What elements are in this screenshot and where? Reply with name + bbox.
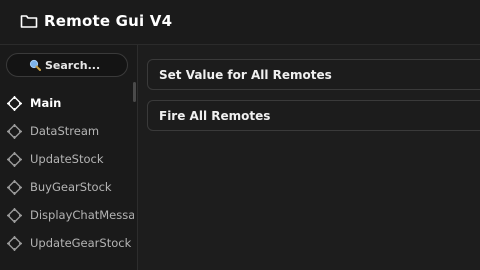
- sidebar-item-buygearstock[interactable]: BuyGearStock: [0, 173, 133, 201]
- main-panel: Set Value for All Remotes Fire All Remot…: [138, 45, 480, 270]
- set-value-all-remotes-button[interactable]: Set Value for All Remotes: [147, 59, 480, 90]
- search-input[interactable]: [45, 58, 105, 72]
- remote-gui-window: Remote Gui V4 Main: [0, 0, 480, 270]
- crosshair-icon: [7, 236, 22, 251]
- sidebar: Main DataStream: [0, 45, 138, 270]
- button-label: Set Value for All Remotes: [159, 68, 332, 82]
- sidebar-item-label: UpdateStock: [30, 152, 104, 166]
- sidebar-item-updategearstock[interactable]: UpdateGearStock: [0, 229, 133, 257]
- button-label: Fire All Remotes: [159, 109, 271, 123]
- crosshair-icon: [7, 96, 22, 111]
- sidebar-item-label: UpdateGearStock: [30, 236, 132, 250]
- folder-icon: [20, 15, 38, 28]
- search-box[interactable]: [6, 53, 128, 77]
- title-bar[interactable]: Remote Gui V4: [0, 0, 480, 45]
- sidebar-item-label: DataStream: [30, 124, 100, 138]
- crosshair-icon: [7, 152, 22, 167]
- sidebar-item-label: DisplayChatMessa: [30, 208, 134, 222]
- crosshair-icon: [7, 124, 22, 139]
- sidebar-item-main[interactable]: Main: [0, 89, 133, 117]
- fire-all-remotes-button[interactable]: Fire All Remotes: [147, 100, 480, 131]
- search-icon: [29, 59, 41, 71]
- sidebar-nav: Main DataStream UpdateStock BuyGearStock…: [0, 89, 134, 257]
- sidebar-item-label: BuyGearStock: [30, 180, 112, 194]
- sidebar-item-datastream[interactable]: DataStream: [0, 117, 133, 145]
- sidebar-item-label: Main: [30, 96, 62, 110]
- sidebar-item-displaychatmessage[interactable]: DisplayChatMessa: [0, 201, 134, 229]
- window-title: Remote Gui V4: [44, 12, 173, 30]
- crosshair-icon: [7, 180, 22, 195]
- crosshair-icon: [7, 208, 22, 223]
- sidebar-item-updatestock[interactable]: UpdateStock: [0, 145, 133, 173]
